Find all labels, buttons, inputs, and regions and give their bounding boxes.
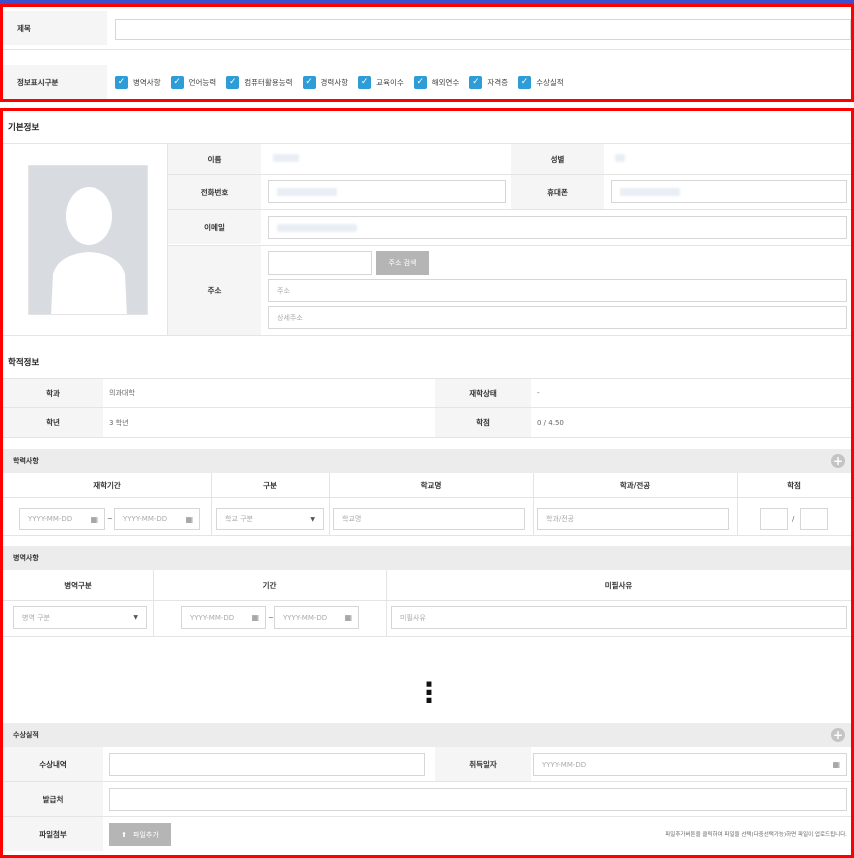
chevron-down-icon: ▼ [310, 515, 315, 523]
add-education-button[interactable]: + [831, 454, 845, 468]
military-type-select[interactable]: 병역 구분 ▼ [13, 606, 147, 629]
phone-input[interactable] [268, 180, 506, 203]
check-icon: ✓ [170, 75, 184, 89]
col-major: 학과/전공 [533, 473, 737, 497]
dept-value: 의과대학 [109, 389, 135, 397]
title-input[interactable] [115, 19, 851, 40]
title-label: 제목 [3, 11, 107, 45]
checkbox-education[interactable]: ✓ 교육이수 [358, 75, 404, 89]
display-checkbox-group: ✓ 병역사항 ✓ 언어능력 ✓ 컴퓨터활용능력 ✓ 경력사항 ✓ 교육이수 ✓ 해외연수 ✓… [115, 75, 574, 89]
credit-value: 0 / 4.50 [537, 418, 564, 427]
col-credit: 학점 [737, 473, 851, 497]
grade-label: 학년 [3, 408, 103, 437]
credit-earned-input[interactable] [760, 508, 788, 530]
col-period: 재학기간 [3, 473, 211, 497]
status-label: 재학상태 [435, 379, 531, 407]
award-input[interactable] [109, 753, 425, 776]
gender-value [615, 154, 625, 162]
address-search-button[interactable]: 주소 검색 [376, 251, 429, 275]
military-header: 병역사항 [3, 546, 851, 570]
col-school: 학교명 [329, 473, 533, 497]
display-settings-section: 제목 정보표시구분 ✓ 병역사항 ✓ 언어능력 ✓ 컴퓨터활용능력 ✓ 경력사항 ✓ 교육… [0, 4, 854, 102]
file-upload-hint: 파일추가버튼을 클릭하여 파일을 선택(다중선택가능)하면 파일이 업로드됩니다… [665, 832, 847, 838]
school-name-input[interactable]: 학교명 [333, 508, 525, 530]
col-military-type: 병역구분 [3, 570, 153, 600]
calendar-icon: ▦ [90, 514, 98, 524]
status-value: - [537, 389, 540, 397]
check-icon: ✓ [226, 75, 240, 89]
avatar-silhouette-icon [51, 187, 127, 314]
award-date-label: 취득일자 [435, 747, 531, 781]
basic-info-title: 기본정보 [8, 123, 40, 133]
calendar-icon: ▦ [344, 613, 352, 622]
add-award-button[interactable]: + [831, 728, 845, 742]
calendar-icon: ▦ [251, 613, 259, 622]
name-value [273, 154, 299, 162]
major-input[interactable]: 학과/전공 [537, 508, 729, 530]
vertical-ellipsis-icon: ⋮ [415, 676, 443, 709]
education-header: 학력사항 [3, 449, 851, 473]
calendar-icon: ▦ [185, 514, 193, 524]
zipcode-input[interactable] [268, 251, 372, 275]
dept-label: 학과 [3, 379, 103, 407]
check-icon: ✓ [302, 75, 316, 89]
mobile-label: 휴대폰 [511, 175, 604, 209]
checkbox-military[interactable]: ✓ 병역사항 [115, 75, 161, 89]
upload-icon: ⬆ [121, 830, 128, 839]
issuer-label: 발급처 [3, 782, 103, 816]
school-type-select[interactable]: 학교 구분 ▼ [216, 508, 324, 530]
chevron-down-icon: ▼ [133, 614, 138, 621]
check-icon: ✓ [115, 75, 128, 89]
calendar-icon: ▦ [832, 760, 840, 769]
grade-value: 3 학년 [109, 418, 129, 427]
display-type-label: 정보표시구분 [3, 65, 107, 99]
credit-label: 학점 [435, 408, 531, 437]
military-end-date[interactable]: YYYY-MM-DD ▦ [274, 606, 359, 629]
credit-max-input[interactable] [800, 508, 828, 530]
col-exemption-reason: 미필사유 [386, 570, 851, 600]
check-icon: ✓ [413, 75, 427, 89]
col-military-period: 기간 [153, 570, 386, 600]
address-label: 주소 [168, 246, 261, 335]
checkbox-awards[interactable]: ✓ 수상실적 [518, 75, 564, 89]
add-file-button[interactable]: ⬆ 파일추가 [109, 823, 171, 846]
resume-section: 기본정보 이름 성별 전화번호 휴대폰 이메일 주소 주소 검색 주소 상세주소… [0, 108, 854, 858]
profile-photo [28, 165, 148, 315]
name-label: 이름 [168, 144, 261, 174]
exemption-reason-input[interactable]: 미필사유 [391, 606, 847, 629]
check-icon: ✓ [358, 75, 372, 89]
file-attach-label: 파일첨부 [3, 817, 103, 851]
col-type: 구분 [211, 473, 329, 497]
edu-start-date[interactable]: YYYY-MM-DD ▦ [19, 508, 105, 530]
checkbox-career[interactable]: ✓ 경력사항 [302, 75, 348, 89]
address-detail-input[interactable]: 상세주소 [268, 306, 847, 329]
awards-header: 수상실적 [3, 723, 851, 747]
award-label: 수상내역 [3, 747, 103, 781]
award-date-input[interactable]: YYYY-MM-DD ▦ [533, 753, 847, 776]
checkbox-computer[interactable]: ✓ 컴퓨터활용능력 [226, 75, 293, 89]
email-input[interactable] [268, 216, 847, 239]
gender-label: 성별 [511, 144, 604, 174]
checkbox-overseas[interactable]: ✓ 해외연수 [413, 75, 459, 89]
checkbox-language[interactable]: ✓ 언어능력 [170, 75, 216, 89]
mobile-input[interactable] [611, 180, 847, 203]
issuer-input[interactable] [109, 788, 847, 811]
military-start-date[interactable]: YYYY-MM-DD ▦ [181, 606, 266, 629]
address-input[interactable]: 주소 [268, 279, 847, 302]
academic-info-title: 학적정보 [8, 358, 40, 368]
edu-end-date[interactable]: YYYY-MM-DD ▦ [114, 508, 200, 530]
check-icon: ✓ [518, 75, 532, 89]
checkbox-certificate[interactable]: ✓ 자격증 [469, 75, 508, 89]
email-label: 이메일 [168, 210, 261, 244]
check-icon: ✓ [469, 75, 483, 89]
phone-label: 전화번호 [168, 175, 261, 209]
